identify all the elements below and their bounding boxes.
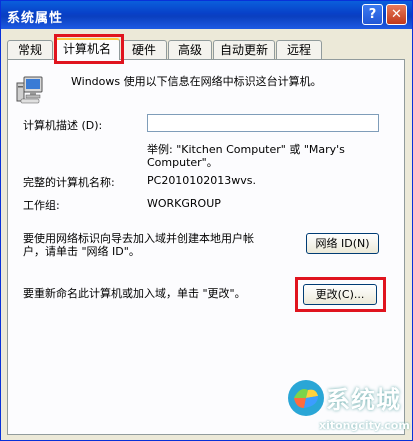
tab-remote[interactable]: 远程 xyxy=(276,40,322,59)
computer-icon xyxy=(16,76,43,104)
tab-general[interactable]: 常规 xyxy=(7,40,53,59)
description-label: 计算机描述 (D): xyxy=(23,119,103,132)
watermark-url: xitongcity.com xyxy=(319,419,410,432)
full-name-label: 完整的计算机名称: xyxy=(23,176,115,189)
info-text: Windows 使用以下信息在网络中标识这台计算机。 xyxy=(71,75,322,88)
description-input[interactable] xyxy=(147,114,379,132)
tab-highlight xyxy=(54,34,124,64)
watermark-name: 系统城 xyxy=(326,386,401,414)
tab-automatic-updates[interactable]: 自动更新 xyxy=(213,40,275,59)
change-text: 要重新命名此计算机或加入域，单击 "更改"。 xyxy=(23,287,246,300)
network-id-button[interactable]: 网络 ID(N) xyxy=(306,233,379,254)
close-button[interactable]: ✕ xyxy=(386,4,407,25)
workgroup-label: 工作组: xyxy=(23,199,60,212)
full-name-value: PC2010102013wvs. xyxy=(147,174,257,187)
title-bar[interactable]: 系统属性 ? ✕ xyxy=(1,1,412,29)
system-properties-window: 系统属性 ? ✕ 常规 计算机名 硬件 高级 自动更新 远程 Windows 使… xyxy=(0,0,413,441)
window-title: 系统属性 xyxy=(7,11,64,26)
tab-hardware[interactable]: 硬件 xyxy=(121,40,167,59)
change-button-highlight xyxy=(295,277,386,312)
network-id-text-line2: 户，请单击 "网络 ID"。 xyxy=(23,245,140,258)
workgroup-value: WORKGROUP xyxy=(147,197,221,210)
tab-advanced[interactable]: 高级 xyxy=(168,40,212,59)
help-button[interactable]: ? xyxy=(362,4,383,25)
description-example-line2: Computer"。 xyxy=(147,156,218,169)
